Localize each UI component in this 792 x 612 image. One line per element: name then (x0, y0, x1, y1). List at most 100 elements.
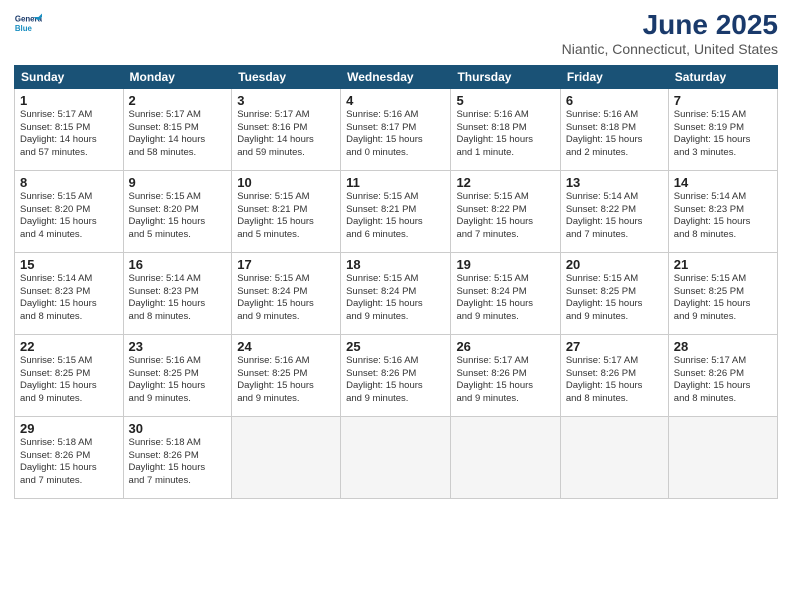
day-info: Sunrise: 5:16 AMSunset: 8:18 PMDaylight:… (566, 109, 663, 160)
table-row: 19Sunrise: 5:15 AMSunset: 8:24 PMDayligh… (451, 252, 560, 334)
col-tuesday: Tuesday (232, 65, 341, 88)
day-info: Sunrise: 5:15 AMSunset: 8:20 PMDaylight:… (129, 191, 227, 242)
month-title: June 2025 (562, 10, 778, 41)
calendar-table: Sunday Monday Tuesday Wednesday Thursday… (14, 65, 778, 499)
day-number: 17 (237, 257, 335, 272)
day-info: Sunrise: 5:15 AMSunset: 8:24 PMDaylight:… (346, 273, 445, 324)
table-row: 4Sunrise: 5:16 AMSunset: 8:17 PMDaylight… (341, 88, 451, 170)
day-number: 25 (346, 339, 445, 354)
col-monday: Monday (123, 65, 232, 88)
day-number: 27 (566, 339, 663, 354)
day-info: Sunrise: 5:16 AMSunset: 8:18 PMDaylight:… (456, 109, 554, 160)
day-number: 24 (237, 339, 335, 354)
day-info: Sunrise: 5:18 AMSunset: 8:26 PMDaylight:… (129, 437, 227, 488)
day-info: Sunrise: 5:17 AMSunset: 8:26 PMDaylight:… (674, 355, 772, 406)
table-row: 6Sunrise: 5:16 AMSunset: 8:18 PMDaylight… (560, 88, 668, 170)
table-row: 12Sunrise: 5:15 AMSunset: 8:22 PMDayligh… (451, 170, 560, 252)
table-row: 29Sunrise: 5:18 AMSunset: 8:26 PMDayligh… (15, 416, 124, 498)
day-info: Sunrise: 5:15 AMSunset: 8:20 PMDaylight:… (20, 191, 118, 242)
day-info: Sunrise: 5:16 AMSunset: 8:17 PMDaylight:… (346, 109, 445, 160)
col-friday: Friday (560, 65, 668, 88)
col-sunday: Sunday (15, 65, 124, 88)
col-wednesday: Wednesday (341, 65, 451, 88)
table-row: 30Sunrise: 5:18 AMSunset: 8:26 PMDayligh… (123, 416, 232, 498)
table-row: 11Sunrise: 5:15 AMSunset: 8:21 PMDayligh… (341, 170, 451, 252)
table-row: 16Sunrise: 5:14 AMSunset: 8:23 PMDayligh… (123, 252, 232, 334)
table-row: 13Sunrise: 5:14 AMSunset: 8:22 PMDayligh… (560, 170, 668, 252)
table-row: 10Sunrise: 5:15 AMSunset: 8:21 PMDayligh… (232, 170, 341, 252)
day-number: 3 (237, 93, 335, 108)
table-row: 3Sunrise: 5:17 AMSunset: 8:16 PMDaylight… (232, 88, 341, 170)
table-row: 18Sunrise: 5:15 AMSunset: 8:24 PMDayligh… (341, 252, 451, 334)
day-number: 14 (674, 175, 772, 190)
day-number: 13 (566, 175, 663, 190)
day-info: Sunrise: 5:15 AMSunset: 8:25 PMDaylight:… (674, 273, 772, 324)
table-row (560, 416, 668, 498)
day-info: Sunrise: 5:15 AMSunset: 8:24 PMDaylight:… (237, 273, 335, 324)
day-info: Sunrise: 5:16 AMSunset: 8:26 PMDaylight:… (346, 355, 445, 406)
day-number: 28 (674, 339, 772, 354)
day-number: 1 (20, 93, 118, 108)
table-row: 14Sunrise: 5:14 AMSunset: 8:23 PMDayligh… (668, 170, 777, 252)
day-number: 8 (20, 175, 118, 190)
day-info: Sunrise: 5:15 AMSunset: 8:25 PMDaylight:… (20, 355, 118, 406)
day-number: 26 (456, 339, 554, 354)
col-thursday: Thursday (451, 65, 560, 88)
day-number: 11 (346, 175, 445, 190)
day-number: 7 (674, 93, 772, 108)
day-number: 18 (346, 257, 445, 272)
table-row: 25Sunrise: 5:16 AMSunset: 8:26 PMDayligh… (341, 334, 451, 416)
day-number: 15 (20, 257, 118, 272)
day-number: 29 (20, 421, 118, 436)
title-area: June 2025 Niantic, Connecticut, United S… (562, 10, 778, 57)
page: General Blue June 2025 Niantic, Connecti… (0, 0, 792, 612)
table-row: 27Sunrise: 5:17 AMSunset: 8:26 PMDayligh… (560, 334, 668, 416)
day-number: 23 (129, 339, 227, 354)
day-number: 21 (674, 257, 772, 272)
day-info: Sunrise: 5:14 AMSunset: 8:23 PMDaylight:… (129, 273, 227, 324)
day-number: 6 (566, 93, 663, 108)
table-row: 26Sunrise: 5:17 AMSunset: 8:26 PMDayligh… (451, 334, 560, 416)
table-row (451, 416, 560, 498)
logo: General Blue (14, 10, 42, 38)
day-number: 5 (456, 93, 554, 108)
calendar-week-row: 8Sunrise: 5:15 AMSunset: 8:20 PMDaylight… (15, 170, 778, 252)
day-info: Sunrise: 5:15 AMSunset: 8:21 PMDaylight:… (237, 191, 335, 242)
table-row: 7Sunrise: 5:15 AMSunset: 8:19 PMDaylight… (668, 88, 777, 170)
table-row: 22Sunrise: 5:15 AMSunset: 8:25 PMDayligh… (15, 334, 124, 416)
day-info: Sunrise: 5:18 AMSunset: 8:26 PMDaylight:… (20, 437, 118, 488)
table-row: 9Sunrise: 5:15 AMSunset: 8:20 PMDaylight… (123, 170, 232, 252)
day-info: Sunrise: 5:14 AMSunset: 8:23 PMDaylight:… (674, 191, 772, 242)
logo-icon: General Blue (14, 10, 42, 38)
day-number: 10 (237, 175, 335, 190)
table-row: 20Sunrise: 5:15 AMSunset: 8:25 PMDayligh… (560, 252, 668, 334)
day-info: Sunrise: 5:14 AMSunset: 8:22 PMDaylight:… (566, 191, 663, 242)
table-row: 17Sunrise: 5:15 AMSunset: 8:24 PMDayligh… (232, 252, 341, 334)
day-info: Sunrise: 5:17 AMSunset: 8:26 PMDaylight:… (566, 355, 663, 406)
svg-text:Blue: Blue (15, 24, 33, 33)
day-number: 30 (129, 421, 227, 436)
table-row: 21Sunrise: 5:15 AMSunset: 8:25 PMDayligh… (668, 252, 777, 334)
table-row: 1Sunrise: 5:17 AMSunset: 8:15 PMDaylight… (15, 88, 124, 170)
table-row: 8Sunrise: 5:15 AMSunset: 8:20 PMDaylight… (15, 170, 124, 252)
calendar-header-row: Sunday Monday Tuesday Wednesday Thursday… (15, 65, 778, 88)
day-number: 16 (129, 257, 227, 272)
table-row: 15Sunrise: 5:14 AMSunset: 8:23 PMDayligh… (15, 252, 124, 334)
table-row: 28Sunrise: 5:17 AMSunset: 8:26 PMDayligh… (668, 334, 777, 416)
day-number: 22 (20, 339, 118, 354)
day-info: Sunrise: 5:14 AMSunset: 8:23 PMDaylight:… (20, 273, 118, 324)
table-row (668, 416, 777, 498)
table-row: 2Sunrise: 5:17 AMSunset: 8:15 PMDaylight… (123, 88, 232, 170)
day-number: 20 (566, 257, 663, 272)
table-row (341, 416, 451, 498)
calendar-week-row: 29Sunrise: 5:18 AMSunset: 8:26 PMDayligh… (15, 416, 778, 498)
day-info: Sunrise: 5:17 AMSunset: 8:26 PMDaylight:… (456, 355, 554, 406)
day-info: Sunrise: 5:15 AMSunset: 8:19 PMDaylight:… (674, 109, 772, 160)
col-saturday: Saturday (668, 65, 777, 88)
table-row: 24Sunrise: 5:16 AMSunset: 8:25 PMDayligh… (232, 334, 341, 416)
table-row: 23Sunrise: 5:16 AMSunset: 8:25 PMDayligh… (123, 334, 232, 416)
day-info: Sunrise: 5:15 AMSunset: 8:24 PMDaylight:… (456, 273, 554, 324)
day-info: Sunrise: 5:16 AMSunset: 8:25 PMDaylight:… (237, 355, 335, 406)
day-info: Sunrise: 5:15 AMSunset: 8:25 PMDaylight:… (566, 273, 663, 324)
day-info: Sunrise: 5:17 AMSunset: 8:15 PMDaylight:… (20, 109, 118, 160)
